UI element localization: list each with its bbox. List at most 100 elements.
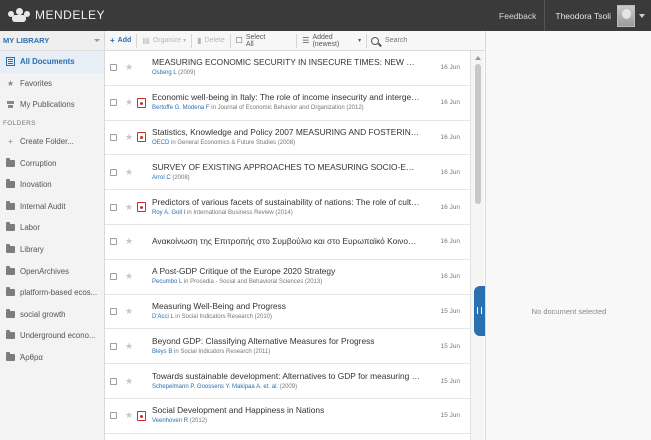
delete-label: Delete xyxy=(204,37,225,44)
delete-button[interactable]: ▮ Delete xyxy=(192,31,230,51)
folder-label: social growth xyxy=(20,309,66,319)
row-checkbox[interactable] xyxy=(110,342,117,350)
folder-label: Inovation xyxy=(20,180,52,190)
star-icon[interactable]: ★ xyxy=(124,132,134,143)
pdf-icon[interactable] xyxy=(137,132,146,143)
row-checkbox[interactable] xyxy=(110,168,117,176)
folder-icon xyxy=(6,287,15,297)
create-folder-button[interactable]: + Create Folder... xyxy=(0,131,104,153)
checkbox-icon: ☐ xyxy=(235,36,243,45)
row-checkbox[interactable] xyxy=(110,377,117,385)
details-panel: No document selected xyxy=(485,31,651,440)
star-icon[interactable]: ★ xyxy=(124,376,134,387)
sidebar-folder[interactable]: Inovation xyxy=(0,174,104,196)
document-title: Predictors of various facets of sustaina… xyxy=(152,196,420,207)
document-info: Statistics, Knowledge and Policy 2007 ME… xyxy=(152,127,420,148)
star-icon[interactable]: ★ xyxy=(124,202,134,213)
search-box[interactable] xyxy=(367,31,486,51)
document-date: 16 Jun xyxy=(440,238,460,246)
sidebar-item-all-documents[interactable]: All Documents xyxy=(0,51,104,73)
sidebar-folder[interactable]: social growth xyxy=(0,304,104,326)
row-checkbox[interactable] xyxy=(110,307,117,315)
folder-label: Library xyxy=(20,245,44,255)
user-menu-caret-icon[interactable] xyxy=(639,13,645,18)
row-checkbox[interactable] xyxy=(110,133,117,141)
star-icon[interactable]: ★ xyxy=(124,306,134,317)
add-button[interactable]: + Add xyxy=(105,31,136,51)
sidebar-folder[interactable]: platform-based ecos... xyxy=(0,282,104,304)
sidebar-folder[interactable]: Άρθρα xyxy=(0,347,104,369)
sidebar-folder[interactable]: Internal Audit xyxy=(0,196,104,218)
document-date: 15 Jun xyxy=(440,412,460,420)
search-icon[interactable] xyxy=(371,36,380,45)
document-date: 16 Jun xyxy=(440,273,460,281)
star-icon[interactable]: ★ xyxy=(124,97,134,108)
sidebar-folder[interactable]: Corruption xyxy=(0,152,104,174)
feedback-link[interactable]: Feedback xyxy=(491,11,544,21)
pdf-placeholder xyxy=(137,306,146,316)
table-row[interactable]: ★ Beyond GDP: Classifying Alternative Me… xyxy=(105,329,470,365)
organize-button[interactable]: ▤ Organize ▾ xyxy=(137,31,191,51)
row-checkbox[interactable] xyxy=(110,238,117,246)
sidebar-folder[interactable]: Underground econo... xyxy=(0,325,104,347)
document-meta: D'Acci L in Social Indicators Research (… xyxy=(152,313,420,322)
star-icon[interactable]: ★ xyxy=(124,410,134,421)
star-icon[interactable]: ★ xyxy=(124,236,134,247)
sort-dropdown[interactable]: ☰ Added (newest) ▾ xyxy=(297,31,366,51)
sidebar-item-my-publications[interactable]: My Publications xyxy=(0,94,104,116)
row-checkbox[interactable] xyxy=(110,64,117,72)
row-checkbox[interactable] xyxy=(110,273,117,281)
sidebar-folder[interactable]: Labor xyxy=(0,217,104,239)
sidebar-item-favorites[interactable]: ★ Favorites xyxy=(0,73,104,95)
folder-icon xyxy=(6,308,15,318)
sidebar-folder[interactable]: Library xyxy=(0,239,104,261)
row-checkbox[interactable] xyxy=(110,412,117,420)
row-checkbox[interactable] xyxy=(110,99,117,107)
sidebar-item-label: My Publications xyxy=(20,100,75,110)
pdf-placeholder xyxy=(137,167,146,177)
table-row[interactable]: ★ Measuring Well-Being and Progress D'Ac… xyxy=(105,295,470,330)
sidebar-folder[interactable]: OpenArchives xyxy=(0,260,104,282)
trash-icon: ▮ xyxy=(197,36,202,45)
create-folder-label: Create Folder... xyxy=(20,137,74,147)
mendeley-logo[interactable]: MENDELEY xyxy=(8,8,105,22)
table-row[interactable]: ★ Towards sustainable development: Alter… xyxy=(105,364,470,399)
pdf-icon[interactable] xyxy=(137,410,146,421)
pdf-icon[interactable] xyxy=(137,97,146,108)
row-checkbox[interactable] xyxy=(110,203,117,211)
table-row[interactable]: ★ A Post-GDP Critique of the Europe 2020… xyxy=(105,260,470,295)
table-row[interactable]: ★ Economic well-being in Italy: The role… xyxy=(105,86,470,121)
table-row[interactable]: ★ Ανακοίνωση της Επιτροπής στο Συμβούλιο… xyxy=(105,225,470,260)
document-source: (2009) xyxy=(176,70,196,77)
folder-icon xyxy=(6,352,15,362)
document-source: in Social Indicators Research (2011) xyxy=(172,348,271,355)
search-input[interactable] xyxy=(385,37,486,44)
select-all-button[interactable]: ☐ Select All xyxy=(231,31,277,51)
table-row[interactable]: ★ Social Development and Happiness in Na… xyxy=(105,399,470,434)
document-date: 15 Jun xyxy=(440,307,460,315)
folder-icon xyxy=(6,244,15,254)
document-info: Towards sustainable development: Alterna… xyxy=(152,371,420,392)
document-title: SURVEY OF EXISTING APPROACHES TO MEASURI… xyxy=(152,161,420,172)
star-icon[interactable]: ★ xyxy=(124,341,134,352)
star-icon[interactable]: ★ xyxy=(124,62,134,73)
details-panel-toggle[interactable] xyxy=(474,286,485,336)
table-row[interactable]: ★ SURVEY OF EXISTING APPROACHES TO MEASU… xyxy=(105,155,470,191)
table-row[interactable]: ★ Predictors of various facets of sustai… xyxy=(105,190,470,225)
star-icon[interactable]: ★ xyxy=(124,167,134,178)
user-name[interactable]: Theodora Tsoli xyxy=(545,11,617,21)
star-icon[interactable]: ★ xyxy=(124,271,134,282)
collapse-handle-icon xyxy=(477,307,482,314)
chevron-down-icon[interactable] xyxy=(94,39,100,42)
library-title: MY LIBRARY xyxy=(3,36,50,45)
document-date: 16 Jun xyxy=(440,168,460,176)
document-list-scrollbar[interactable] xyxy=(470,51,484,440)
table-row[interactable]: ★ Statistics, Knowledge and Policy 2007 … xyxy=(105,121,470,156)
document-source: (2008) xyxy=(170,174,190,181)
table-row[interactable]: ★ MEASURING ECONOMIC SECURITY IN INSECUR… xyxy=(105,51,470,86)
library-header[interactable]: MY LIBRARY xyxy=(0,31,104,51)
scroll-thumb[interactable] xyxy=(475,64,481,204)
pdf-icon[interactable] xyxy=(137,202,146,213)
avatar[interactable] xyxy=(617,4,635,27)
scroll-up-icon[interactable] xyxy=(475,56,481,60)
